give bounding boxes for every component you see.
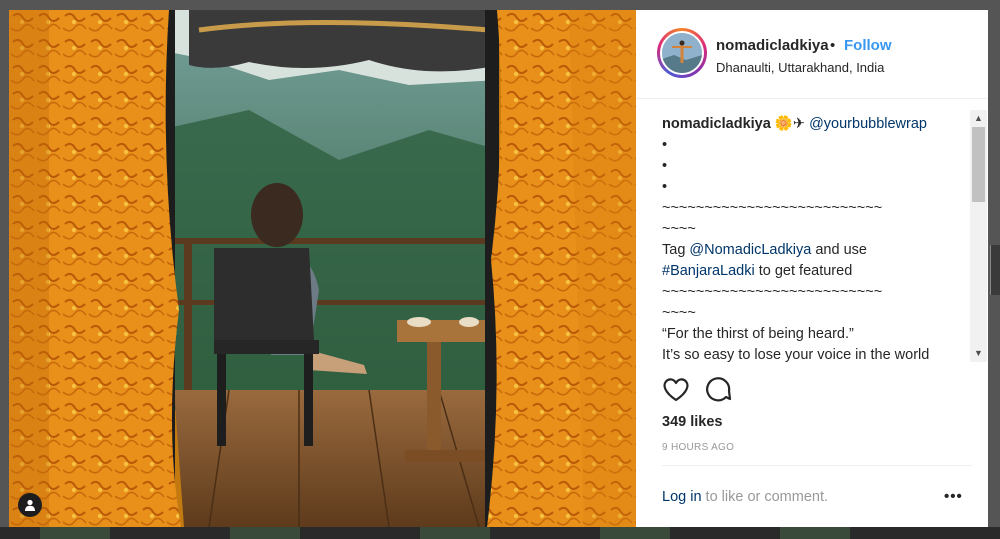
caption-line: ~~~~ bbox=[662, 305, 696, 321]
post-username[interactable]: nomadicladkiya bbox=[716, 37, 829, 54]
user-tag-icon bbox=[25, 499, 35, 511]
login-link[interactable]: Log in bbox=[662, 489, 702, 505]
follow-button[interactable]: Follow bbox=[844, 37, 892, 54]
post-timestamp[interactable]: 9 HOURS AGO bbox=[662, 442, 734, 453]
caption-text: to get featured bbox=[754, 263, 853, 279]
caption-scrollbar[interactable]: ▲ ▼ bbox=[970, 110, 987, 362]
caption-hashtag-link[interactable]: #BanjaraLadki bbox=[662, 263, 755, 279]
caption-mention-link[interactable]: @NomadicLadkiya bbox=[689, 242, 811, 258]
caption-line: • bbox=[662, 158, 668, 174]
caption-mention-link[interactable]: @yourbubblewrap bbox=[809, 116, 927, 132]
post-sidebar: nomadicladkiya • Follow Dhanaulti, Uttar… bbox=[636, 10, 988, 527]
caption-emoji: 🌼✈ bbox=[774, 116, 806, 132]
post-header: nomadicladkiya • Follow Dhanaulti, Uttar… bbox=[636, 10, 988, 99]
background-thumbnails bbox=[0, 527, 1000, 539]
avatar[interactable] bbox=[660, 31, 704, 75]
story-ring[interactable] bbox=[657, 28, 707, 78]
caption-hashtag-line: #BanjaraLadki to get featured bbox=[662, 261, 968, 282]
comment-button[interactable] bbox=[698, 370, 738, 410]
scrollbar-thumb[interactable] bbox=[972, 127, 985, 202]
caption-text: and use bbox=[811, 242, 867, 258]
separator-dot: • bbox=[830, 37, 836, 54]
divider bbox=[662, 465, 972, 466]
scroll-down-arrow-icon[interactable]: ▼ bbox=[970, 345, 987, 362]
like-button[interactable] bbox=[656, 370, 696, 410]
post-modal: nomadicladkiya • Follow Dhanaulti, Uttar… bbox=[9, 10, 988, 527]
caption-line: ~~~~ bbox=[662, 221, 696, 237]
caption-first-line: nomadicladkiya 🌼✈ @yourbubblewrap bbox=[662, 114, 968, 135]
avatar-image bbox=[662, 33, 702, 73]
photo-illustration bbox=[9, 10, 636, 527]
post-photo[interactable] bbox=[9, 10, 636, 527]
likes-count[interactable]: 349 likes bbox=[662, 414, 722, 430]
heart-icon bbox=[663, 378, 689, 402]
more-options-button[interactable]: ••• bbox=[944, 488, 963, 505]
post-location[interactable]: Dhanaulti, Uttarakhand, India bbox=[716, 60, 884, 75]
caption-tag-line: Tag @NomadicLadkiya and use bbox=[662, 240, 968, 261]
login-prompt: Log in to like or comment. bbox=[662, 489, 828, 505]
login-prompt-text: to like or comment. bbox=[701, 489, 829, 505]
caption-line: ~~~~~~~~~~~~~~~~~~~~~~~~~~ bbox=[662, 200, 883, 216]
caption-line: • bbox=[662, 179, 668, 195]
user-tag-button[interactable] bbox=[18, 493, 42, 517]
caption-quote-line: “For the thirst of being heard.” bbox=[662, 326, 854, 342]
caption-quote-line: It’s so easy to lose your voice in the w… bbox=[662, 347, 930, 362]
action-bar bbox=[656, 370, 776, 410]
caption-text: Tag bbox=[662, 242, 690, 258]
caption-line: ~~~~~~~~~~~~~~~~~~~~~~~~~~ bbox=[662, 284, 883, 300]
caption-line: • bbox=[662, 137, 668, 153]
scroll-up-arrow-icon[interactable]: ▲ bbox=[970, 110, 987, 127]
caption-area: nomadicladkiya 🌼✈ @yourbubblewrap • • • … bbox=[662, 114, 968, 362]
comment-icon bbox=[706, 377, 732, 402]
next-arrow-edge[interactable] bbox=[990, 245, 1000, 295]
caption-username[interactable]: nomadicladkiya bbox=[662, 116, 771, 132]
